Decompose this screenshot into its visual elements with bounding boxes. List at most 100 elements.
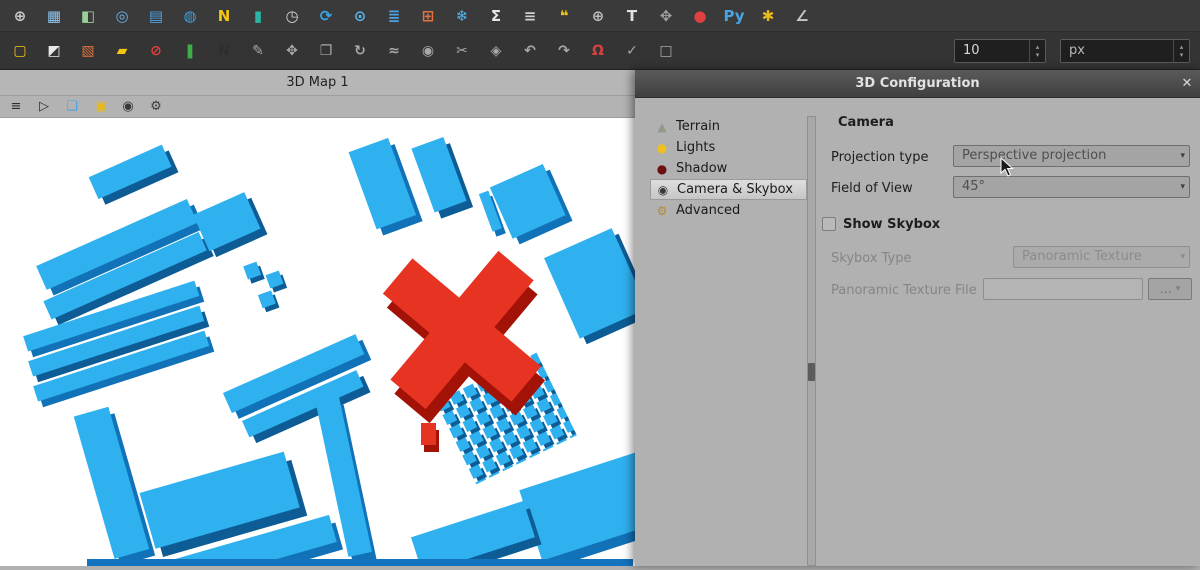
snowflake-plugin-icon[interactable]: ❄: [452, 5, 472, 27]
lightbulb-icon: ●: [654, 141, 670, 155]
move-feature-icon[interactable]: ✥: [282, 40, 302, 62]
simplify-feature-icon[interactable]: ≈: [384, 40, 404, 62]
close-icon[interactable]: ✕: [1176, 72, 1198, 94]
spinbox-arrows[interactable]: ▴ ▾: [1029, 40, 1045, 62]
log-messages-icon[interactable]: ≣: [384, 5, 404, 27]
category-label: Lights: [676, 140, 715, 155]
unit-dropdown-arrows[interactable]: ▴ ▾: [1173, 40, 1189, 62]
show-skybox-label: Show Skybox: [843, 217, 940, 232]
osm-edit-icon[interactable]: N: [214, 40, 234, 62]
map-panel-title: 3D Map 1: [286, 75, 348, 90]
browse-file-button[interactable]: … ▾: [1148, 278, 1192, 300]
toggle-editing-icon[interactable]: ❚: [180, 40, 200, 62]
remove-layer-icon[interactable]: ⊘: [146, 40, 166, 62]
spin-up-icon[interactable]: ▴: [1036, 43, 1040, 51]
projection-type-dropdown[interactable]: Perspective projection ▾: [953, 145, 1190, 167]
skybox-type-value: Panoramic Texture: [1022, 249, 1142, 264]
snapping-magnet-icon[interactable]: Ω: [588, 40, 608, 62]
vertex-tool-icon[interactable]: ✎: [248, 40, 268, 62]
statistics-chart-icon[interactable]: ▮: [248, 5, 268, 27]
digitizing-icons: ▢ ◩ ▧ ▰ ⊘ ❚ N ✎ ✥ ❐ ↻ ≈ ◉ ✂ ◈ ↶ ↷ Ω ✓ □: [10, 40, 676, 62]
3d-map-viewport[interactable]: [0, 118, 635, 566]
unit-dropdown-value: px: [1061, 43, 1173, 58]
shape-digitizing-icon[interactable]: ∠: [792, 5, 812, 27]
map-panel-header[interactable]: 3D Map 1: [0, 70, 635, 96]
python-console-icon[interactable]: Py: [724, 5, 744, 27]
field-of-view-value: 45°: [962, 179, 985, 194]
3d-configuration-dialog: 3D Configuration ✕ ▲ Terrain ● Lights ● …: [635, 70, 1200, 566]
map-tips-icon[interactable]: ❝: [554, 5, 574, 27]
save-scene-icon[interactable]: ❏: [64, 99, 80, 114]
category-label: Terrain: [676, 119, 720, 134]
panoramic-texture-file-input[interactable]: [983, 278, 1143, 300]
plugin-manager-icon[interactable]: ✱: [758, 5, 778, 27]
camera-section-heading: Camera: [838, 115, 894, 130]
sidebar-item-camera-skybox[interactable]: ◉ Camera & Skybox: [650, 179, 807, 200]
category-label: Advanced: [676, 203, 740, 218]
bookmark-dot-icon[interactable]: ●: [690, 5, 710, 27]
layer-styling-icon[interactable]: ▧: [78, 40, 98, 62]
sidebar-item-advanced[interactable]: ⚙ Advanced: [650, 200, 807, 221]
field-of-view-dropdown[interactable]: 45° ▾: [953, 176, 1190, 198]
mesh-calculator-icon[interactable]: ◧: [78, 5, 98, 27]
scene-settings-icon[interactable]: ⚙: [148, 99, 164, 114]
animation-play-icon[interactable]: ▷: [36, 99, 52, 114]
select-features-icon[interactable]: ▢: [10, 40, 30, 62]
size-spinbox[interactable]: 10 ▴ ▾: [954, 39, 1046, 63]
invert-selection-icon[interactable]: ◩: [44, 40, 64, 62]
zoom-to-selection-icon[interactable]: ⊙: [350, 5, 370, 27]
new-layer-icon[interactable]: ▰: [112, 40, 132, 62]
raster-analysis-icon[interactable]: ⊞: [418, 5, 438, 27]
add-ring-icon[interactable]: ◉: [418, 40, 438, 62]
dialog-scrollbar[interactable]: [807, 116, 816, 566]
copy-features-icon[interactable]: ❐: [316, 40, 336, 62]
projection-type-label: Projection type: [831, 150, 928, 165]
pan-map-icon[interactable]: ✥: [656, 5, 676, 27]
panel-menu-icon[interactable]: ≡: [8, 99, 24, 114]
digitizing-toolbar: ▢ ◩ ▧ ▰ ⊘ ❚ N ✎ ✥ ❐ ↻ ≈ ◉ ✂ ◈ ↶ ↷ Ω ✓ □ 10 ▴ ▾ px ▴ ▾: [0, 32, 1200, 70]
zoom-tool-icon[interactable]: ⊕: [588, 5, 608, 27]
attribute-table-icon[interactable]: ▤: [146, 5, 166, 27]
merge-features-icon[interactable]: ◈: [486, 40, 506, 62]
layers-menu-icon[interactable]: ≡: [520, 5, 540, 27]
globe-plugin-icon[interactable]: ◍: [180, 5, 200, 27]
coordinate-capture-icon[interactable]: ⊕: [10, 5, 30, 27]
plugins-toolbar: ⊕ ▦ ◧ ◎ ▤ ◍ N ▮ ◷ ⟳ ⊙ ≣ ⊞ ❄ Σ ≡ ❝ ⊕ T ✥ ● Py ✱ ∠: [0, 0, 1200, 32]
statistics-sum-icon[interactable]: Σ: [486, 5, 506, 27]
osm-download-icon[interactable]: N: [214, 5, 234, 27]
sidebar-item-lights[interactable]: ● Lights: [650, 137, 807, 158]
tools-icon: ⚙: [654, 204, 670, 218]
check-geometry-icon[interactable]: ✓: [622, 40, 642, 62]
sidebar-item-shadow[interactable]: ● Shadow: [650, 158, 807, 179]
undo-icon[interactable]: ↶: [520, 40, 540, 62]
chevron-down-icon: ▾: [1176, 284, 1181, 294]
chevron-down-icon: ▾: [1180, 146, 1185, 166]
export-image-icon[interactable]: ▣: [92, 99, 108, 114]
skybox-type-dropdown[interactable]: Panoramic Texture ▾: [1013, 246, 1190, 268]
field-of-view-label: Field of View: [831, 181, 913, 196]
metasearch-icon[interactable]: ◎: [112, 5, 132, 27]
split-features-icon[interactable]: ✂: [452, 40, 472, 62]
camera-view-icon[interactable]: ◉: [120, 99, 136, 114]
refresh-map-icon[interactable]: ⟳: [316, 5, 336, 27]
category-label: Shadow: [676, 161, 727, 176]
size-spinbox-value: 10: [955, 43, 1029, 58]
browse-file-label: …: [1160, 282, 1172, 296]
map-panel-toolbar: ≡ ▷ ❏ ▣ ◉ ⚙: [0, 96, 635, 118]
dialog-titlebar[interactable]: 3D Configuration ✕: [635, 70, 1200, 98]
unit-up-icon: ▴: [1180, 43, 1184, 51]
time-manager-icon[interactable]: ◷: [282, 5, 302, 27]
unit-dropdown[interactable]: px ▴ ▾: [1060, 39, 1190, 63]
redo-icon[interactable]: ↷: [554, 40, 574, 62]
georeferencer-icon[interactable]: ▦: [44, 5, 64, 27]
chevron-down-icon: ▾: [1180, 177, 1185, 197]
scrollbar-thumb[interactable]: [808, 363, 815, 381]
spin-down-icon[interactable]: ▾: [1036, 51, 1040, 59]
camera-icon: ◉: [655, 183, 671, 197]
show-skybox-checkbox[interactable]: [822, 217, 836, 231]
advanced-digitizing-icon[interactable]: □: [656, 40, 676, 62]
shadow-sphere-icon: ●: [654, 162, 670, 176]
text-annotation-icon[interactable]: T: [622, 5, 642, 27]
sidebar-item-terrain[interactable]: ▲ Terrain: [650, 116, 807, 137]
rotate-feature-icon[interactable]: ↻: [350, 40, 370, 62]
